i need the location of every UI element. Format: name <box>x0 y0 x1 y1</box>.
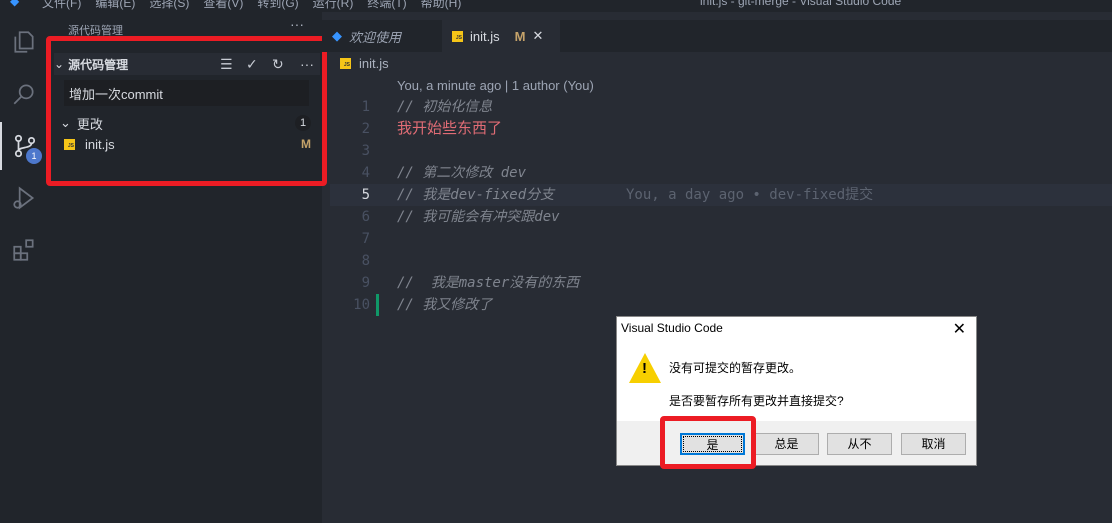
dialog-title: Visual Studio Code <box>621 321 723 335</box>
explorer-button[interactable] <box>0 18 48 66</box>
files-icon <box>14 31 34 53</box>
breadcrumb-file: init.js <box>359 56 389 71</box>
highlight-box-sidebar <box>46 36 327 186</box>
menu-view[interactable]: 查看(V) <box>203 0 243 11</box>
menu-edit[interactable]: 编辑(E) <box>95 0 135 11</box>
run-debug-button[interactable] <box>0 174 48 222</box>
vscode-icon: ◆ <box>332 28 342 43</box>
tab-label: init.js <box>470 28 500 44</box>
line-text: // 初始化信息 <box>397 99 493 115</box>
inline-blame: You, a day ago • dev-fixed提交 <box>626 187 874 203</box>
never-button[interactable]: 从不 <box>827 433 892 455</box>
line-text: // 我又修改了 <box>397 297 493 313</box>
line-number: 2 <box>361 121 370 137</box>
code-line: 9 // 我是master没有的东西 <box>330 272 1112 294</box>
window-title: init.js - git-merge - Visual Studio Code <box>700 0 902 8</box>
source-control-button[interactable]: 1 <box>0 122 48 170</box>
js-file-icon: JS <box>452 30 463 42</box>
highlight-box-yes <box>660 416 756 469</box>
editor-tabs: ◆ 欢迎使用 JS init.js M ✕ <box>322 20 1112 52</box>
code-line: 10 // 我又修改了 <box>330 294 1112 316</box>
line-number: 1 <box>361 99 370 115</box>
line-text: // 我是master没有的东西 <box>397 275 580 291</box>
line-number: 4 <box>361 165 370 181</box>
always-button[interactable]: 总是 <box>754 433 819 455</box>
line-number: 3 <box>361 143 370 159</box>
git-added-gutter <box>376 294 379 316</box>
scm-badge: 1 <box>26 148 42 164</box>
code-line: 4 // 第二次修改 dev <box>330 162 1112 184</box>
cancel-button[interactable]: 取消 <box>901 433 966 455</box>
line-number: 8 <box>361 253 370 269</box>
close-icon[interactable]: ✕ <box>532 28 543 44</box>
extensions-button[interactable] <box>0 226 48 274</box>
menu-run[interactable]: 运行(R) <box>313 0 354 11</box>
code-line: 1 // 初始化信息 <box>330 96 1112 118</box>
line-text: 我开始些东西了 <box>397 120 503 137</box>
line-number: 5 <box>361 187 370 203</box>
code-line: 6 // 我可能会有冲突跟dev <box>330 206 1112 228</box>
tab-modified-status: M <box>514 28 526 44</box>
vscode-logo-icon: ◆ <box>10 0 20 8</box>
close-icon[interactable]: ✕ <box>953 319 966 339</box>
line-text: // 第二次修改 dev <box>397 165 527 181</box>
search-icon <box>13 84 34 105</box>
title-bar: ◆ 文件(F) 编辑(E) 选择(S) 查看(V) 转到(G) 运行(R) 终端… <box>0 0 1112 12</box>
extensions-icon <box>13 239 34 261</box>
codelens-authors[interactable]: You, a minute ago | 1 author (You) <box>397 78 594 93</box>
activity-bar: 1 <box>0 12 48 523</box>
code-line: 8 <box>330 250 1112 272</box>
tab-label: 欢迎使用 <box>349 29 402 45</box>
more-actions-icon[interactable]: ··· <box>290 16 304 32</box>
menu-terminal[interactable]: 终端(T) <box>367 0 406 11</box>
menu-selection[interactable]: 选择(S) <box>149 0 189 11</box>
line-text: // 我可能会有冲突跟dev <box>397 209 560 225</box>
code-line: 2 我开始些东西了 <box>330 118 1112 140</box>
dialog-message: 没有可提交的暂存更改。 <box>669 361 802 375</box>
warning-icon: ! <box>629 353 661 383</box>
code-line: 3 <box>330 140 1112 162</box>
line-text: // 我是dev-fixed分支 <box>397 187 555 203</box>
menu-file[interactable]: 文件(F) <box>42 0 81 11</box>
line-number: 9 <box>361 275 370 291</box>
line-number: 10 <box>353 297 370 313</box>
run-debug-icon <box>13 186 35 210</box>
search-button[interactable] <box>0 70 48 118</box>
menu-go[interactable]: 转到(G) <box>257 0 298 11</box>
code-line: 7 <box>330 228 1112 250</box>
line-number: 7 <box>361 231 370 247</box>
menu-bar: 文件(F) 编辑(E) 选择(S) 查看(V) 转到(G) 运行(R) 终端(T… <box>42 0 461 11</box>
dialog-question: 是否要暂存所有更改并直接提交? <box>669 394 844 408</box>
breadcrumb[interactable]: JS init.js <box>340 56 389 71</box>
line-number: 6 <box>361 209 370 225</box>
code-editor[interactable]: 1 // 初始化信息 2 我开始些东西了 3 4 // 第二次修改 dev 5 // 我… <box>330 96 1112 316</box>
tab-init-js[interactable]: JS init.js M ✕ <box>442 20 560 52</box>
code-line-current: 5 // 我是dev-fixed分支 You, a day ago • dev-fi… <box>330 184 1112 206</box>
menu-help[interactable]: 帮助(H) <box>421 0 462 11</box>
tab-welcome[interactable]: ◆ 欢迎使用 <box>322 20 440 52</box>
js-file-icon: JS <box>340 58 351 69</box>
